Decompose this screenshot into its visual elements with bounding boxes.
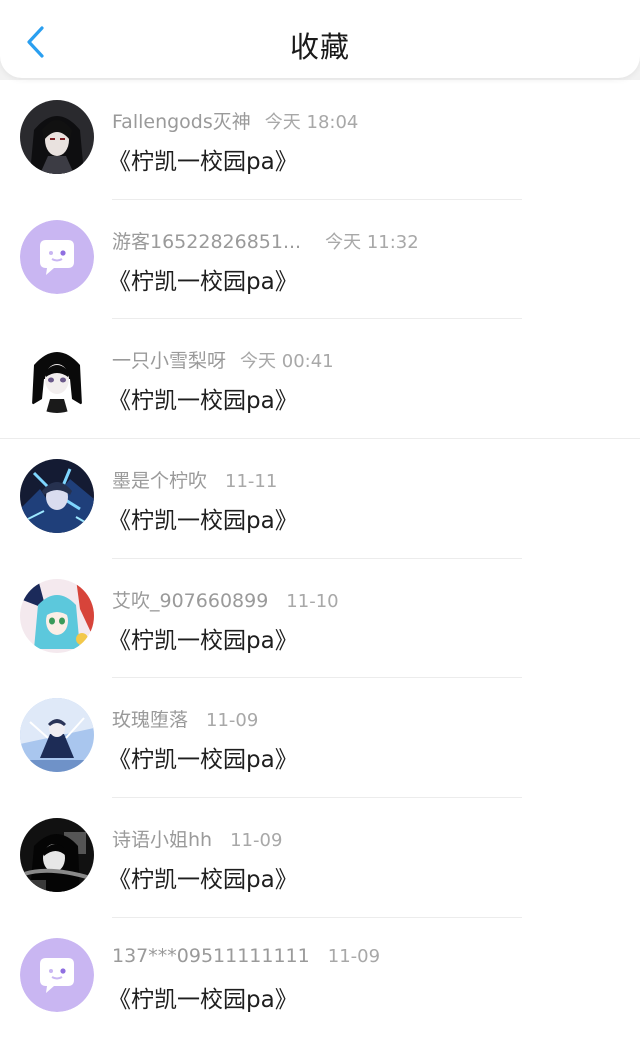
avatar[interactable]: [20, 459, 94, 534]
list-item[interactable]: 诗语小姐hh 11-09 《柠凯一校园pa》: [0, 798, 640, 918]
top-bar: 收藏: [0, 0, 640, 78]
item-meta: 一只小雪梨呀 今天 00:41: [112, 346, 334, 373]
item-meta: Fallengods灭神 今天 18:04: [112, 107, 358, 134]
avatar[interactable]: [20, 698, 94, 773]
list-item[interactable]: 一只小雪梨呀 今天 00:41 《柠凯一校园pa》: [0, 319, 640, 440]
avatar[interactable]: [20, 339, 94, 414]
item-meta: 游客16522826851... 今天 11:32: [112, 227, 419, 254]
item-meta: 玫瑰堕落 11-09: [112, 705, 258, 732]
item-meta: 墨是个柠吹 11-11: [112, 466, 277, 493]
username[interactable]: Fallengods灭神: [112, 111, 251, 133]
timestamp: 今天 11:32: [325, 231, 419, 253]
item-meta: 诗语小姐hh 11-09: [112, 825, 282, 852]
item-meta: 137***09511111111 11-09: [112, 945, 380, 967]
timestamp: 11-09: [327, 945, 381, 967]
list-item[interactable]: 艾吹_907660899 11-10 《柠凯一校园pa》: [0, 559, 640, 679]
list-item[interactable]: 137***09511111111 11-09 《柠凯一校园pa》: [0, 918, 640, 1038]
item-title: 《柠凯一校园pa》: [108, 747, 298, 774]
username[interactable]: 诗语小姐hh: [112, 829, 212, 851]
list-item[interactable]: Fallengods灭神 今天 18:04 《柠凯一校园pa》: [0, 80, 640, 200]
username[interactable]: 一只小雪梨呀: [112, 350, 226, 372]
item-title: 《柠凯一校园pa》: [108, 149, 298, 175]
username[interactable]: 墨是个柠吹: [112, 470, 207, 492]
timestamp: 11-11: [225, 471, 278, 493]
page-title: 收藏: [289, 30, 350, 64]
list-item[interactable]: 游客16522826851... 今天 11:32 《柠凯一校园pa》: [0, 200, 640, 320]
avatar[interactable]: [20, 818, 94, 893]
timestamp: 11-10: [286, 590, 339, 612]
username[interactable]: 艾吹_907660899: [112, 590, 268, 612]
timestamp: 今天 18:04: [264, 112, 359, 133]
avatar[interactable]: [20, 578, 94, 653]
avatar[interactable]: [20, 937, 94, 1012]
item-title: 《柠凯一校园pa》: [108, 867, 298, 894]
item-title: 《柠凯一校园pa》: [108, 627, 298, 654]
username[interactable]: 游客16522826851...: [112, 231, 301, 253]
avatar[interactable]: [20, 100, 94, 174]
username[interactable]: 137***09511111111: [112, 945, 310, 967]
item-title: 《柠凯一校园pa》: [108, 268, 298, 295]
item-meta: 艾吹_907660899 11-10: [112, 586, 339, 613]
timestamp: 11-09: [230, 830, 283, 852]
avatar[interactable]: [20, 219, 94, 294]
favorites-list: Fallengods灭神 今天 18:04 《柠凯一校园pa》 游客1652282…: [0, 80, 640, 1038]
username[interactable]: 玫瑰堕落: [112, 709, 188, 731]
item-title: 《柠凯一校园pa》: [108, 508, 298, 535]
list-item[interactable]: 墨是个柠吹 11-11 《柠凯一校园pa》: [0, 439, 640, 559]
timestamp: 11-09: [206, 710, 259, 732]
list-item[interactable]: 玫瑰堕落 11-09 《柠凯一校园pa》: [0, 678, 640, 799]
item-title: 《柠凯一校园pa》: [108, 986, 298, 1013]
timestamp: 今天 00:41: [240, 351, 334, 373]
item-title: 《柠凯一校园pa》: [108, 388, 298, 415]
